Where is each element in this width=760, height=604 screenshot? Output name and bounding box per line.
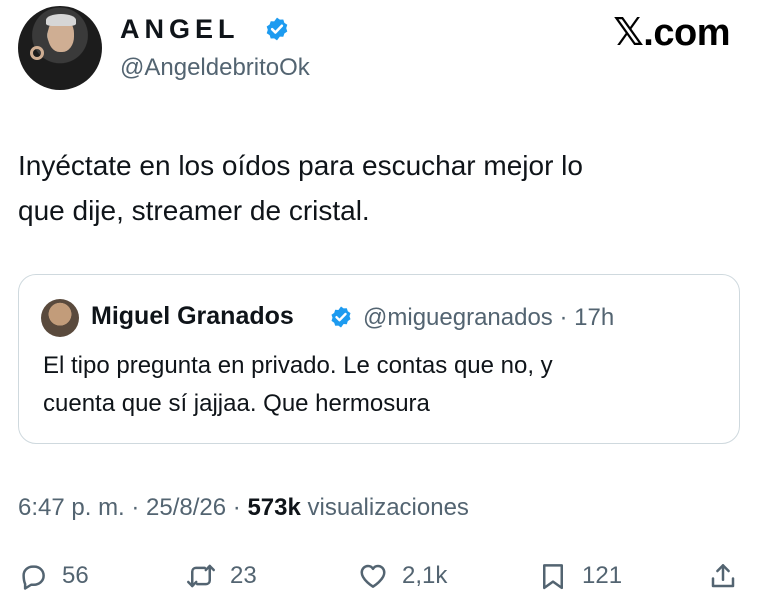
tweet-timestamp[interactable]: 6:47 p. m. · 25/8/26 · bbox=[18, 494, 247, 521]
repost-button[interactable]: 23 bbox=[186, 556, 257, 596]
quoted-text: El tipo pregunta en privado. Le contas q… bbox=[43, 347, 713, 423]
bookmark-icon bbox=[543, 564, 563, 590]
verified-badge-icon bbox=[266, 17, 288, 41]
avatar-hair bbox=[46, 14, 76, 26]
repost-icon bbox=[187, 564, 215, 588]
author-avatar[interactable] bbox=[18, 6, 102, 90]
quoted-verified-badge-icon bbox=[331, 306, 351, 328]
share-icon bbox=[711, 564, 735, 588]
like-button[interactable]: 2,1k bbox=[358, 556, 447, 596]
views-label: visualizaciones bbox=[300, 494, 469, 521]
quoted-text-line-2: cuenta que sí jajjaa. Que hermosura bbox=[43, 390, 430, 417]
quoted-text-line-1: El tipo pregunta en privado. Le contas q… bbox=[43, 352, 553, 379]
bookmark-count: 121 bbox=[582, 562, 623, 589]
reply-count: 56 bbox=[62, 562, 89, 589]
quoted-author-name: Miguel Granados bbox=[91, 302, 294, 330]
quoted-handle-time: @miguegranados · 17h bbox=[363, 304, 615, 331]
share-button[interactable] bbox=[708, 556, 738, 596]
x-com-logo: 𝕏.com bbox=[613, 12, 730, 54]
author-display-name[interactable]: ANGEL bbox=[120, 14, 240, 45]
tweet-text-line-1: Inyéctate en los oídos para escuchar mej… bbox=[18, 150, 583, 181]
tweet-text: Inyéctate en los oídos para escuchar mej… bbox=[18, 143, 718, 233]
avatar-hand-gesture bbox=[30, 46, 44, 60]
quoted-author-avatar bbox=[41, 299, 79, 337]
reply-icon bbox=[22, 565, 45, 590]
quoted-tweet-card[interactable]: Miguel Granados @miguegranados · 17h El … bbox=[18, 274, 740, 444]
tweet-header: ANGEL @AngeldebritoOk 𝕏.com bbox=[18, 4, 738, 92]
repost-count: 23 bbox=[230, 562, 257, 589]
bookmark-button[interactable]: 121 bbox=[538, 556, 622, 596]
action-bar: 56 23 2,1k 121 bbox=[18, 556, 742, 596]
tweet-meta: 6:47 p. m. · 25/8/26 · 573k visualizacio… bbox=[18, 494, 469, 522]
tweet-text-line-2: que dije, streamer de cristal. bbox=[18, 195, 370, 226]
author-handle[interactable]: @AngeldebritoOk bbox=[120, 54, 310, 82]
heart-icon bbox=[360, 564, 386, 588]
like-count: 2,1k bbox=[402, 562, 448, 589]
views-count: 573k bbox=[247, 494, 301, 521]
reply-button[interactable]: 56 bbox=[18, 556, 89, 596]
